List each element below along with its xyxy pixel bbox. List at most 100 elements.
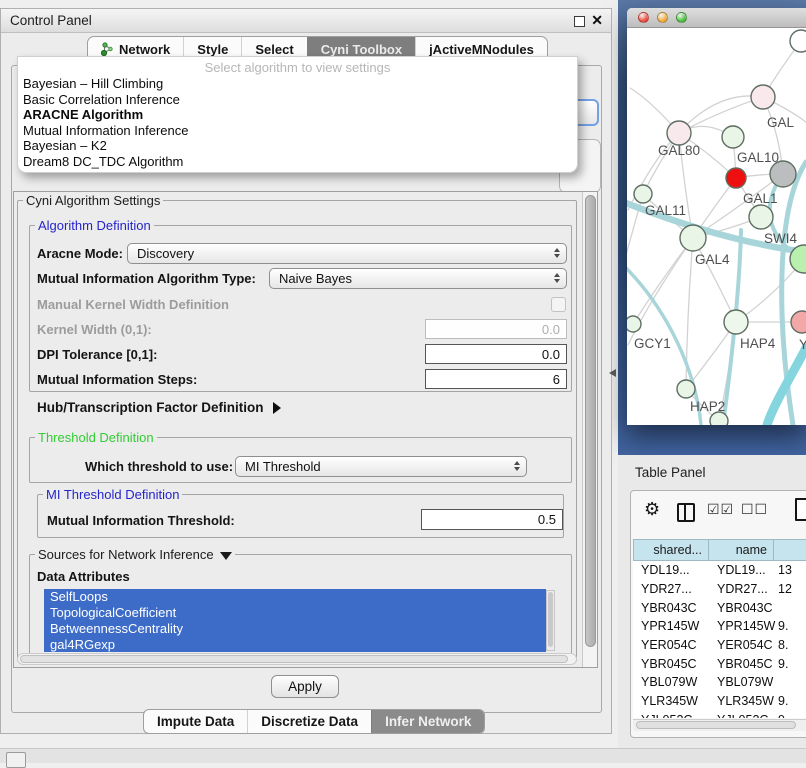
hub-definition-label: Hub/Transcription Factor Definition: [37, 400, 264, 415]
table-row[interactable]: YLR345WYLR345W9.: [633, 692, 806, 711]
column-layout-icon[interactable]: [677, 503, 695, 522]
spinner-arrows-icon: [514, 461, 520, 471]
select-all-checkboxes-icon[interactable]: ☑☑: [707, 501, 734, 518]
algorithm-option-bayesian-k2[interactable]: Bayesian – K2: [18, 138, 577, 154]
export-table-icon[interactable]: [795, 498, 806, 521]
network-node[interactable]: [634, 185, 652, 203]
table-cell: 9.: [774, 692, 806, 711]
sources-label: Sources for Network Inference: [38, 547, 214, 562]
kernel-width-field[interactable]: [425, 319, 567, 339]
network-node[interactable]: [749, 205, 773, 229]
table-cell: YBR045C: [709, 654, 774, 673]
mi-algorithm-type-select[interactable]: Naive Bayes: [269, 268, 567, 289]
algorithm-option-dream8-dc-tdc-algorithm[interactable]: Dream8 DC_TDC Algorithm: [18, 154, 577, 170]
tab-infer-network[interactable]: Infer Network: [371, 710, 484, 733]
network-node[interactable]: [790, 30, 806, 52]
bottom-panel-strip: [0, 748, 806, 763]
expand-right-icon: [273, 402, 281, 414]
network-node[interactable]: [751, 85, 775, 109]
table-scrollbar-thumb[interactable]: [636, 721, 796, 729]
table-cell: 9.: [774, 654, 806, 673]
threshold-definition-label: Threshold Definition: [35, 430, 157, 445]
table-row[interactable]: YDL19...YDL19...13: [633, 561, 806, 580]
table-row[interactable]: YDR27...YDR27...12: [633, 580, 806, 599]
column-header-a[interactable]: A: [774, 539, 806, 561]
node-label-hap2: HAP2: [690, 399, 725, 414]
table-row[interactable]: YBR043CYBR043C: [633, 598, 806, 617]
horizontal-scrollbar-thumb[interactable]: [20, 655, 568, 663]
manual-kernel-width-checkbox[interactable]: [551, 297, 566, 312]
table-cell: YDL19...: [709, 561, 774, 580]
network-node[interactable]: [726, 168, 746, 188]
sources-expander[interactable]: Sources for Network Inference: [35, 547, 235, 562]
network-node[interactable]: [722, 126, 744, 148]
algorithm-dropdown-list: Bayesian – Hill ClimbingBasic Correlatio…: [18, 76, 577, 170]
node-label-gal11: GAL11: [645, 203, 686, 218]
node-label-gal10: GAL10: [737, 150, 779, 165]
table-cell: [774, 673, 806, 692]
table-row[interactable]: YBL079WYBL079W: [633, 673, 806, 692]
float-window-icon[interactable]: [574, 16, 585, 27]
attribute-item-betweennesscentrality[interactable]: BetweennessCentrality: [44, 621, 546, 637]
settings-vertical-scrollbar[interactable]: [582, 192, 597, 667]
data-attributes-list[interactable]: SelfLoopsTopologicalCoefficientBetweenne…: [44, 589, 546, 652]
minimized-panel-icon[interactable]: [6, 752, 26, 768]
close-traffic-light-icon[interactable]: [638, 12, 649, 23]
network-tab-icon: [101, 42, 114, 56]
hub-definition-expander[interactable]: Hub/Transcription Factor Definition: [37, 400, 281, 415]
network-node[interactable]: [724, 310, 748, 334]
table-cell: [774, 598, 806, 617]
table-row[interactable]: YBR045CYBR045C9.: [633, 654, 806, 673]
attributes-scrollbar-thumb[interactable]: [548, 592, 553, 647]
mi-steps-field[interactable]: [425, 369, 567, 389]
table-cell: YDR27...: [709, 580, 774, 599]
tab-label: Cyni Toolbox: [321, 42, 402, 57]
attribute-item-selfloops[interactable]: SelfLoops: [44, 589, 546, 605]
network-view-window[interactable]: GALGAL80GAL10GAL11GAL1SWI4GAL4GCY1HAP4YH…: [627, 8, 806, 425]
tab-impute-data[interactable]: Impute Data: [144, 710, 247, 733]
attributes-list-scrollbar[interactable]: [546, 590, 555, 651]
algorithm-option-aracne-algorithm[interactable]: ARACNE Algorithm: [18, 107, 577, 123]
attribute-item-topologicalcoefficient[interactable]: TopologicalCoefficient: [44, 605, 546, 621]
column-header-shared-[interactable]: shared...: [633, 539, 709, 561]
table-cell: 9: [774, 711, 806, 719]
column-header-name[interactable]: name: [709, 539, 774, 561]
table-horizontal-scrollbar[interactable]: [633, 719, 806, 731]
tab-discretize-data[interactable]: Discretize Data: [247, 710, 371, 733]
network-node[interactable]: [791, 311, 806, 333]
network-node[interactable]: [667, 121, 691, 145]
network-node[interactable]: [677, 380, 695, 398]
dpi-tolerance-field[interactable]: [425, 344, 567, 364]
network-node[interactable]: [680, 225, 706, 251]
spinner-arrows-icon: [554, 248, 560, 258]
attribute-item-gal4rgexp[interactable]: gal4RGexp: [44, 637, 546, 652]
mi-threshold-field[interactable]: [421, 509, 563, 530]
table-row[interactable]: YER054CYER054C8.: [633, 636, 806, 655]
node-label-gal1: GAL1: [743, 191, 778, 206]
network-node[interactable]: [627, 316, 641, 332]
tab-label: jActiveMNodules: [429, 42, 534, 57]
minimize-traffic-light-icon[interactable]: [657, 12, 668, 23]
network-edge[interactable]: [693, 238, 736, 322]
algorithm-option-mutual-information-inference[interactable]: Mutual Information Inference: [18, 123, 577, 139]
table-cell: YDR27...: [633, 580, 709, 599]
network-canvas[interactable]: GALGAL80GAL10GAL11GAL1SWI4GAL4GCY1HAP4YH…: [627, 28, 806, 425]
vertical-scrollbar-thumb[interactable]: [585, 195, 596, 647]
aracne-mode-select[interactable]: Discovery: [127, 243, 567, 264]
table-row[interactable]: YPR145WYPR145W9.: [633, 617, 806, 636]
algorithm-option-bayesian-hill-climbing[interactable]: Bayesian – Hill Climbing: [18, 76, 577, 92]
table-cell: YBL079W: [633, 673, 709, 692]
network-window-titlebar[interactable]: [627, 8, 806, 28]
node-label-gal: GAL: [767, 115, 795, 130]
zoom-traffic-light-icon[interactable]: [676, 12, 687, 23]
settings-horizontal-scrollbar[interactable]: [17, 653, 577, 665]
algorithm-option-basic-correlation-inference[interactable]: Basic Correlation Inference: [18, 92, 577, 108]
table-row[interactable]: YJL052CYJL052C9: [633, 711, 806, 719]
mi-algorithm-type-label: Mutual Information Algorithm Type:: [37, 271, 256, 286]
gear-icon[interactable]: ⚙: [644, 499, 660, 520]
deselect-all-checkboxes-icon[interactable]: ☐☐: [741, 501, 768, 518]
apply-button[interactable]: Apply: [271, 675, 339, 698]
close-icon[interactable]: ✕: [591, 12, 603, 29]
control-panel-titlebar: Control Panel: [1, 9, 611, 33]
which-threshold-select[interactable]: MI Threshold: [235, 456, 527, 477]
